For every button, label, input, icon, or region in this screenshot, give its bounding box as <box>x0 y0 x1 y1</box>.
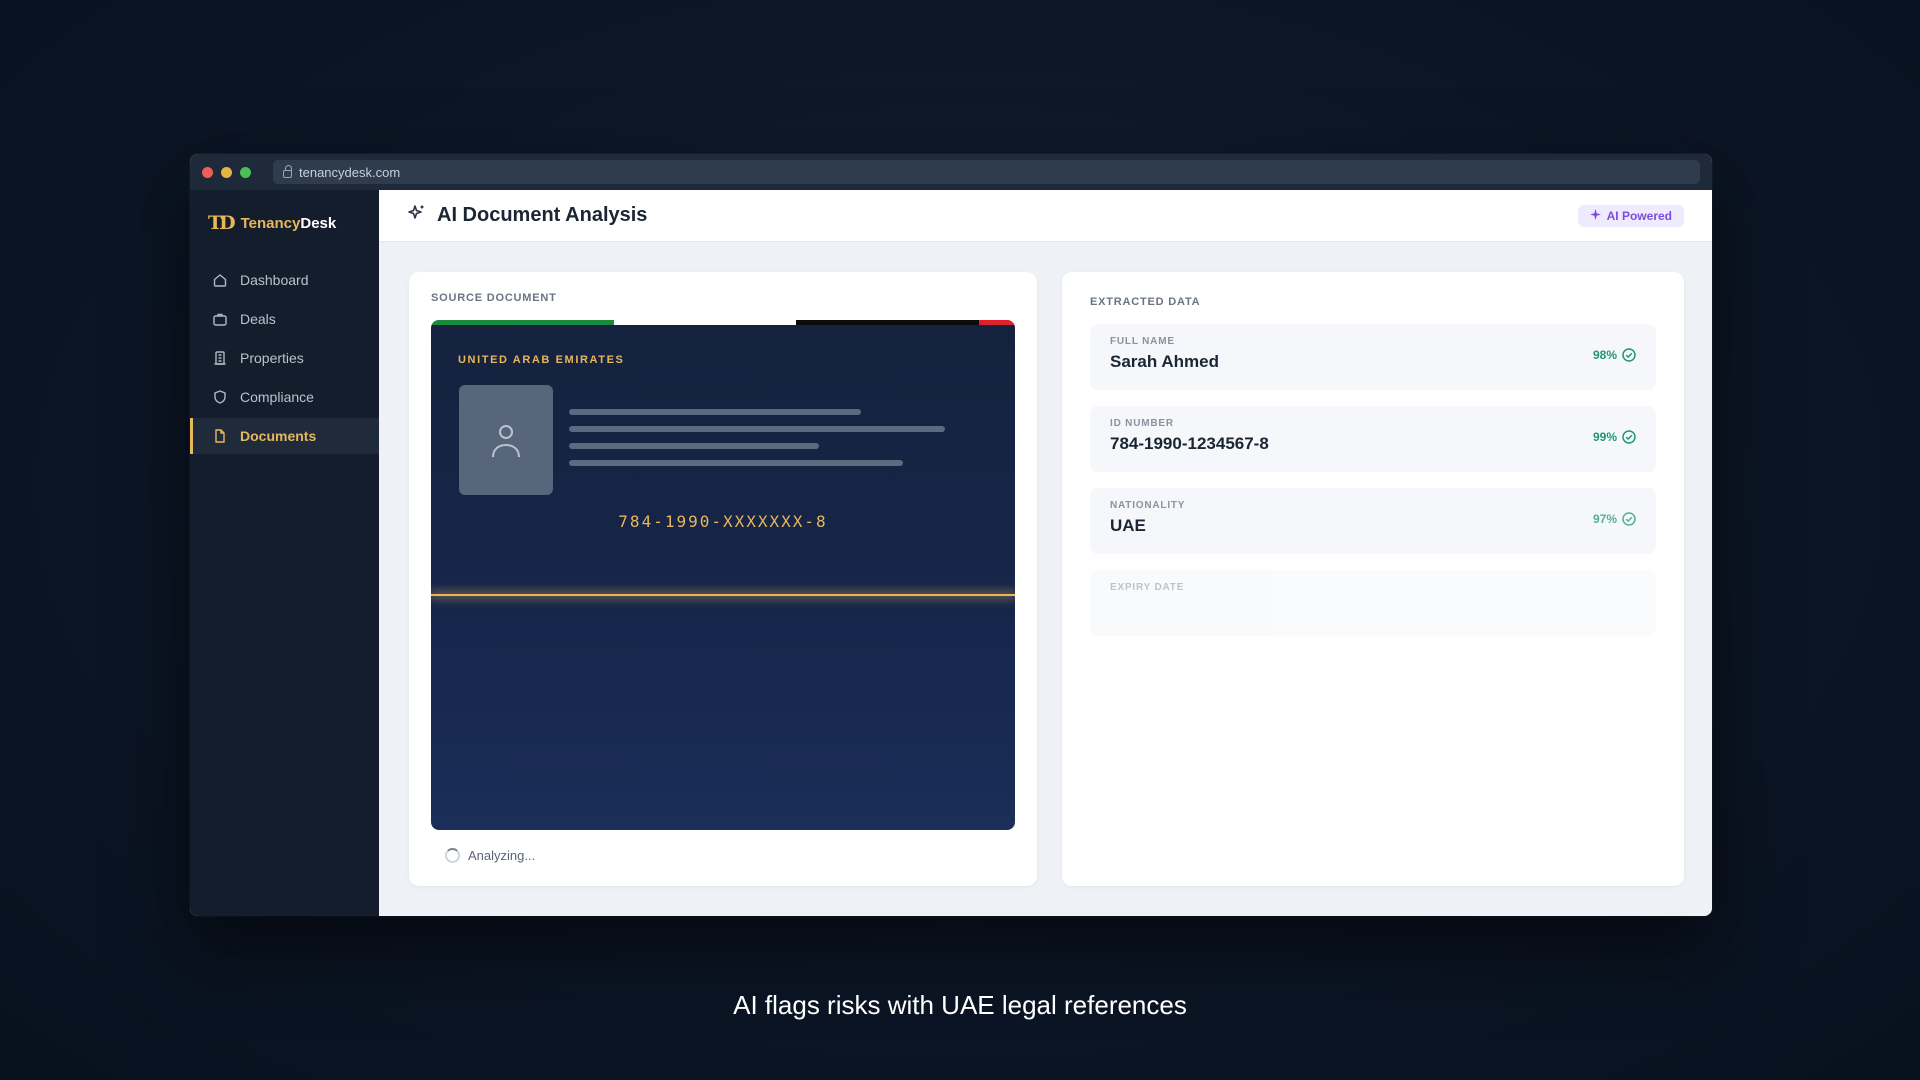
source-document-label: SOURCE DOCUMENT <box>431 292 557 304</box>
person-icon <box>492 425 520 458</box>
analysis-status: Analyzing... <box>431 848 1015 863</box>
field-label: NATIONALITY <box>1110 500 1186 511</box>
check-circle-icon <box>1622 348 1636 362</box>
address-bar[interactable]: tenancydesk.com <box>273 160 1700 184</box>
sidebar-item-label: Deals <box>240 311 276 327</box>
confidence-score: 97% <box>1593 512 1636 526</box>
id-text-line <box>569 443 819 449</box>
extracted-field-expiry-date[interactable]: EXPIRY DATE <box>1090 570 1656 636</box>
loading-spinner-icon <box>445 848 460 863</box>
close-window-button[interactable] <box>202 166 213 178</box>
sidebar-item-compliance[interactable]: Compliance <box>190 379 379 415</box>
sparkle-icon <box>1589 208 1601 223</box>
minimize-window-button[interactable] <box>221 166 232 178</box>
briefcase-icon <box>212 311 228 327</box>
analysis-status-text: Analyzing... <box>468 848 536 863</box>
browser-window: tenancydesk.com TD TenancyDesk Dashboard <box>190 154 1712 916</box>
id-text-line <box>569 460 903 466</box>
sidebar-item-label: Compliance <box>240 389 314 405</box>
check-circle-icon <box>1622 430 1636 444</box>
field-label: ID NUMBER <box>1110 418 1174 429</box>
field-label: EXPIRY DATE <box>1110 582 1185 593</box>
field-label: FULL NAME <box>1110 336 1175 347</box>
id-card-preview: UNITED ARAB EMIRATES 784-1990-XXXXXXX-8 <box>431 320 1015 830</box>
ai-powered-badge: AI Powered <box>1577 204 1684 227</box>
extracted-field-id-number[interactable]: ID NUMBER 784-1990-1234567-8 99% <box>1090 406 1656 472</box>
brand-name: TenancyDesk <box>240 214 337 232</box>
id-card-number: 784-1990-XXXXXXX-8 <box>618 512 828 531</box>
extracted-data-label: EXTRACTED DATA <box>1090 296 1201 308</box>
sparkles-icon <box>407 203 427 228</box>
confidence-score: 99% <box>1593 430 1636 444</box>
lock-icon <box>283 164 292 178</box>
brand-mark-icon: TD <box>208 212 236 234</box>
field-value: UAE <box>1110 516 1146 535</box>
source-document-panel: SOURCE DOCUMENT UNITED ARAB EMIRATES 784… <box>409 272 1037 886</box>
page-title: AI Document Analysis <box>437 204 648 226</box>
page-header: AI Document Analysis AI Powered <box>379 190 1712 242</box>
browser-titlebar: tenancydesk.com <box>190 154 1712 190</box>
building-icon <box>212 350 228 366</box>
sidebar-item-dashboard[interactable]: Dashboard <box>190 262 379 298</box>
home-icon <box>212 272 228 288</box>
id-card-country: UNITED ARAB EMIRATES <box>458 354 625 366</box>
sidebar-item-deals[interactable]: Deals <box>190 301 379 337</box>
video-caption: AI flags risks with UAE legal references <box>733 990 1187 1020</box>
sidebar-item-documents[interactable]: Documents <box>190 418 379 454</box>
extracted-field-nationality[interactable]: NATIONALITY UAE 97% <box>1090 488 1656 554</box>
sidebar-item-properties[interactable]: Properties <box>190 340 379 376</box>
url-text: tenancydesk.com <box>299 164 401 180</box>
flag-stripe <box>431 320 1015 325</box>
ai-badge-label: AI Powered <box>1606 208 1672 223</box>
id-photo-placeholder <box>459 385 553 495</box>
check-circle-icon <box>1622 512 1636 526</box>
extracted-field-full-name[interactable]: FULL NAME Sarah Ahmed 98% <box>1090 324 1656 390</box>
shield-icon <box>212 389 228 405</box>
extracted-data-panel: EXTRACTED DATA FULL NAME Sarah Ahmed 98%… <box>1062 272 1684 886</box>
field-value: Sarah Ahmed <box>1110 352 1219 371</box>
sidebar-item-label: Properties <box>240 350 304 366</box>
document-icon <box>212 428 228 444</box>
sidebar-item-label: Documents <box>240 428 317 444</box>
sidebar: TD TenancyDesk Dashboard Deals Propertie… <box>190 190 379 916</box>
field-value: 784-1990-1234567-8 <box>1110 434 1269 453</box>
maximize-window-button[interactable] <box>240 166 251 178</box>
main-content: AI Document Analysis AI Powered SOURCE D… <box>379 190 1712 916</box>
brand-logo[interactable]: TD TenancyDesk <box>190 210 379 236</box>
stage: tenancydesk.com TD TenancyDesk Dashboard <box>0 0 1920 1080</box>
id-text-line <box>569 426 945 432</box>
confidence-score: 98% <box>1593 348 1636 362</box>
scan-line <box>431 594 1015 596</box>
sidebar-item-label: Dashboard <box>240 272 309 288</box>
id-text-line <box>569 409 861 415</box>
